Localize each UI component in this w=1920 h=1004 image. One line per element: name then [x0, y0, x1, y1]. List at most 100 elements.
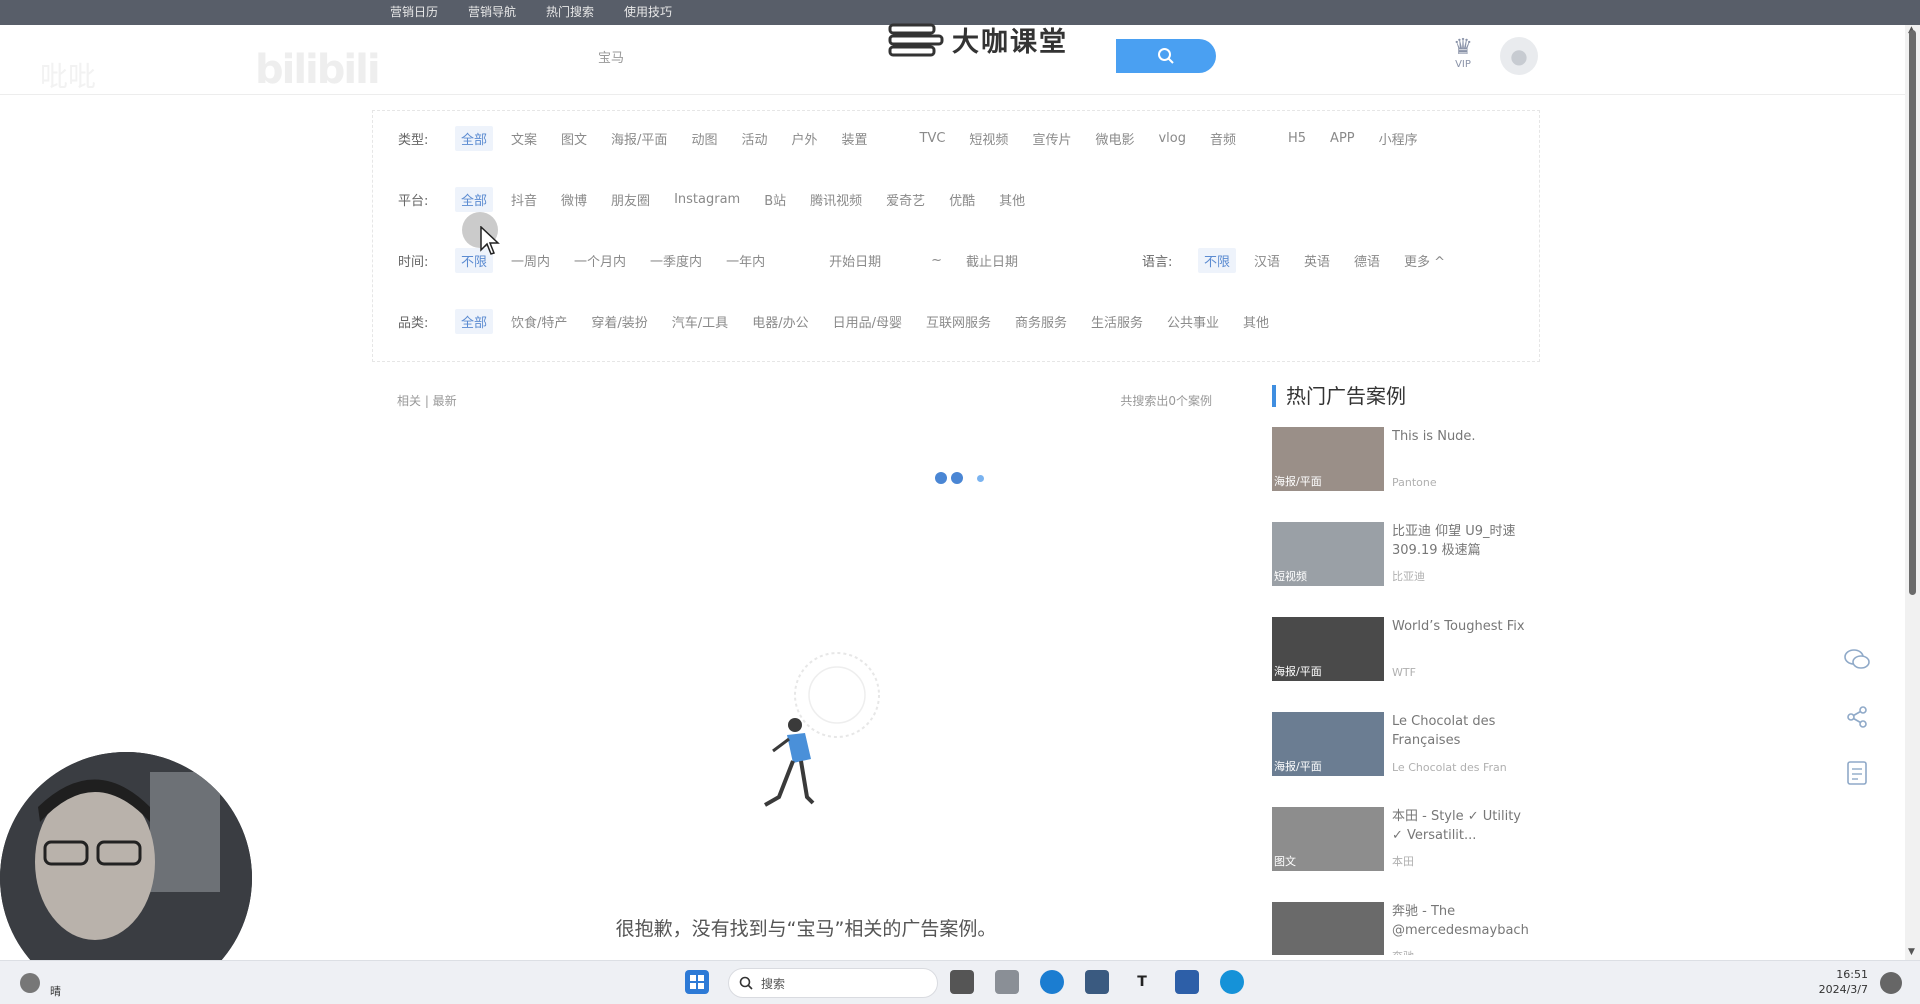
taskbar-search-box[interactable]: 搜索 — [728, 968, 938, 998]
filter-label-time: 时间: — [398, 254, 429, 270]
type-option-all[interactable]: 全部 — [455, 125, 494, 151]
case-thumbnail[interactable]: 海报/平面 — [1272, 617, 1384, 681]
vip-entry[interactable]: ♛ VIP — [1448, 37, 1478, 71]
type-option[interactable]: vlog — [1152, 128, 1192, 149]
time-option[interactable]: 一周内 — [505, 248, 556, 273]
platform-option[interactable]: B站 — [758, 187, 792, 212]
start-date-input[interactable]: 开始日期 — [823, 248, 913, 273]
browser-icon[interactable] — [1220, 970, 1244, 994]
case-title[interactable]: 本田 - Style ✓ Utility ✓ Versatilit... — [1392, 807, 1532, 845]
hot-cases-panel: 热门广告案例 海报/平面 This is Nude. Pantone 短视频 比亚… — [1272, 385, 1540, 955]
lang-more-toggle[interactable]: 更多 ^ — [1398, 248, 1451, 273]
weather-icon[interactable] — [20, 973, 40, 993]
sort-tabs[interactable]: 相关 | 最新 — [397, 392, 457, 409]
type-option[interactable]: H5 — [1282, 128, 1312, 149]
type-option[interactable]: 音频 — [1204, 126, 1242, 151]
file-explorer-icon[interactable] — [995, 970, 1019, 994]
platform-option[interactable]: 其他 — [993, 187, 1031, 212]
category-option[interactable]: 互联网服务 — [920, 309, 997, 334]
type-option[interactable]: 动图 — [685, 126, 723, 151]
type-option[interactable]: 微电影 — [1089, 126, 1140, 151]
time-option[interactable]: 一年内 — [720, 248, 771, 273]
category-option[interactable]: 电器/办公 — [746, 309, 814, 334]
feedback-button[interactable] — [1842, 758, 1872, 788]
task-view-icon[interactable] — [950, 970, 974, 994]
top-link-navigation[interactable]: 营销导航 — [468, 0, 516, 25]
page-scrollbar[interactable]: ▲ ▼ — [1905, 25, 1920, 960]
time-option[interactable]: 一季度内 — [644, 248, 708, 273]
type-option[interactable]: TVC — [914, 128, 952, 149]
hot-case-item[interactable]: 图文 本田 - Style ✓ Utility ✓ Versatilit... 本… — [1272, 807, 1540, 871]
hot-case-item[interactable]: 短视频 比亚迪 仰望 U9_时速309.19 极速篇 比亚迪 — [1272, 522, 1540, 586]
top-link-tips[interactable]: 使用技巧 — [624, 0, 672, 25]
type-option[interactable]: 文案 — [505, 126, 543, 151]
type-option[interactable]: 小程序 — [1373, 126, 1424, 151]
hot-case-item[interactable]: 奔驰 - The @mercedesmaybach 奔驰 — [1272, 902, 1540, 955]
type-option[interactable]: APP — [1324, 128, 1361, 149]
share-button[interactable] — [1842, 702, 1872, 732]
category-option[interactable]: 汽车/工具 — [666, 309, 734, 334]
platform-option[interactable]: 抖音 — [505, 187, 543, 212]
wechat-share-button[interactable] — [1842, 644, 1872, 674]
lang-option[interactable]: 英语 — [1298, 248, 1336, 273]
lang-option-any[interactable]: 不限 — [1197, 247, 1236, 273]
search-button[interactable] — [1116, 39, 1216, 73]
taskbar-clock[interactable]: 16:51 2024/3/7 — [1812, 967, 1868, 997]
category-option[interactable]: 其他 — [1237, 309, 1275, 334]
case-title[interactable]: 奔驰 - The @mercedesmaybach — [1392, 902, 1532, 940]
lang-option[interactable]: 德语 — [1348, 248, 1386, 273]
platform-option[interactable]: 腾讯视频 — [804, 187, 868, 212]
end-date-input[interactable]: 截止日期 — [960, 248, 1050, 273]
category-option[interactable]: 公共事业 — [1161, 309, 1225, 334]
category-option[interactable]: 穿着/装扮 — [585, 309, 653, 334]
store-icon[interactable] — [1085, 970, 1109, 994]
case-thumbnail[interactable]: 短视频 — [1272, 522, 1384, 586]
hot-case-item[interactable]: 海报/平面 World’s Toughest Fix WTF — [1272, 617, 1540, 681]
site-logo[interactable]: 大咖课堂 — [886, 20, 1068, 59]
platform-option[interactable]: 微博 — [555, 187, 593, 212]
top-link-calendar[interactable]: 营销日历 — [390, 0, 438, 25]
notification-icon[interactable] — [1880, 972, 1902, 994]
case-thumbnail[interactable] — [1272, 902, 1384, 955]
scroll-down-arrow-icon[interactable]: ▼ — [1908, 947, 1915, 957]
hot-case-item[interactable]: 海报/平面 Le Chocolat des Françaises Le Choco… — [1272, 712, 1540, 776]
case-thumbnail[interactable]: 海报/平面 — [1272, 712, 1384, 776]
category-option[interactable]: 日用品/母婴 — [827, 309, 908, 334]
category-option[interactable]: 商务服务 — [1009, 309, 1073, 334]
platform-option[interactable]: 朋友圈 — [605, 187, 656, 212]
category-option[interactable]: 饮食/特产 — [505, 309, 573, 334]
start-button[interactable] — [685, 970, 709, 994]
case-title[interactable]: 比亚迪 仰望 U9_时速309.19 极速篇 — [1392, 522, 1532, 560]
clock-date: 2024/3/7 — [1818, 983, 1868, 996]
type-option[interactable]: 活动 — [735, 126, 773, 151]
time-option[interactable]: 一个月内 — [568, 248, 632, 273]
category-option[interactable]: 生活服务 — [1085, 309, 1149, 334]
platform-option[interactable]: Instagram — [668, 189, 746, 210]
clock-time: 16:51 — [1836, 968, 1868, 981]
category-option-all[interactable]: 全部 — [455, 308, 494, 334]
case-thumbnail[interactable]: 海报/平面 — [1272, 427, 1384, 491]
hot-case-item[interactable]: 海报/平面 This is Nude. Pantone — [1272, 427, 1540, 491]
platform-option-all[interactable]: 全部 — [455, 186, 494, 212]
top-link-hot-search[interactable]: 热门搜索 — [546, 0, 594, 25]
platform-option[interactable]: 优酷 — [943, 187, 981, 212]
result-count: 共搜索出0个案例 — [1120, 394, 1212, 408]
lang-option[interactable]: 汉语 — [1248, 248, 1286, 273]
type-option[interactable]: 图文 — [555, 126, 593, 151]
type-option[interactable]: 装置 — [835, 126, 873, 151]
case-thumbnail[interactable]: 图文 — [1272, 807, 1384, 871]
case-title[interactable]: This is Nude. — [1392, 427, 1532, 465]
hot-cases-title: 热门广告案例 — [1272, 385, 1540, 407]
scrollbar-thumb[interactable] — [1909, 30, 1916, 595]
type-option[interactable]: 宣传片 — [1026, 126, 1077, 151]
notepad-icon[interactable] — [1175, 970, 1199, 994]
typora-icon[interactable]: T — [1130, 970, 1154, 994]
type-option[interactable]: 短视频 — [963, 126, 1014, 151]
platform-option[interactable]: 爱奇艺 — [880, 187, 931, 212]
type-option[interactable]: 海报/平面 — [605, 126, 673, 151]
user-avatar[interactable]: ● — [1500, 37, 1538, 75]
case-title[interactable]: World’s Toughest Fix — [1392, 617, 1532, 655]
edge-browser-icon[interactable] — [1040, 970, 1064, 994]
case-title[interactable]: Le Chocolat des Françaises — [1392, 712, 1532, 750]
type-option[interactable]: 户外 — [785, 126, 823, 151]
